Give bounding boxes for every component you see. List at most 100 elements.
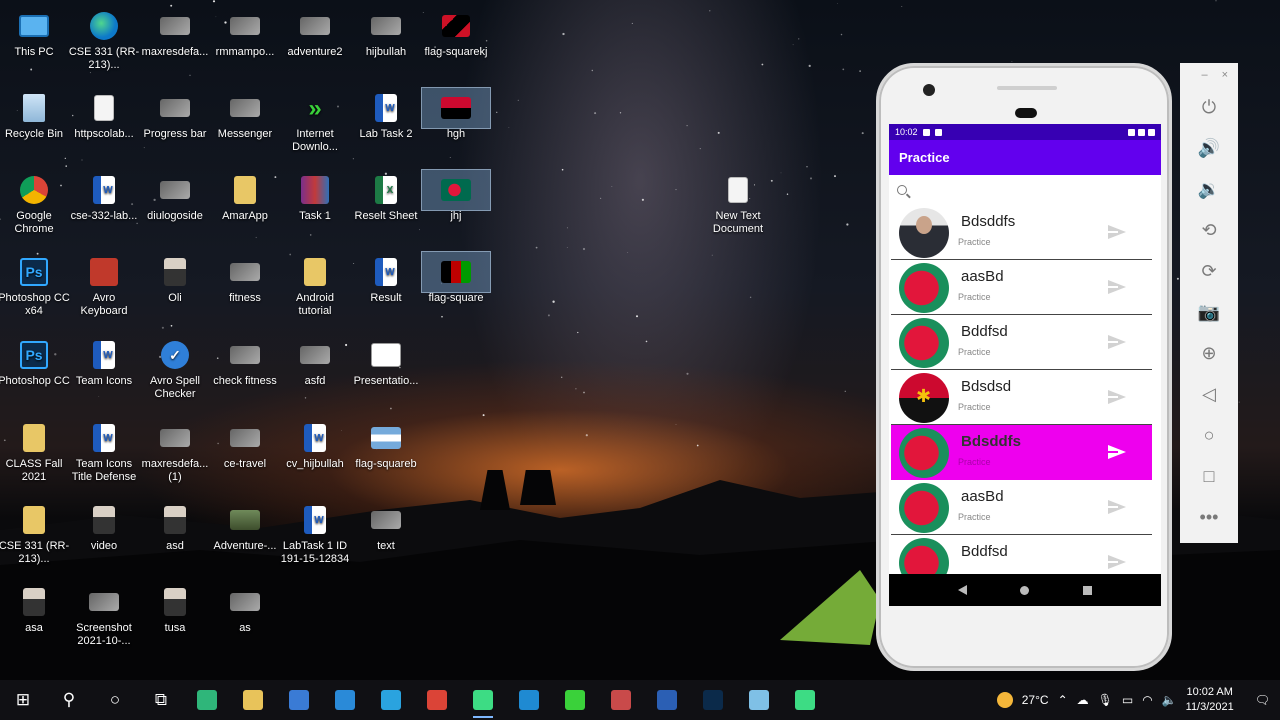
desktop-icon[interactable]: W Result — [350, 252, 422, 305]
send-icon[interactable] — [1108, 390, 1126, 404]
desktop-icon[interactable]: Google Chrome — [0, 170, 70, 236]
taskbar-search-button[interactable]: ⚲ — [46, 680, 92, 720]
desktop-icon[interactable]: Avro Keyboard — [68, 252, 140, 318]
minimize-button[interactable]: – — [1201, 69, 1207, 87]
taskbar-mail-button[interactable] — [322, 680, 368, 720]
desktop-icon[interactable]: W Team Icons Title Defense — [68, 418, 140, 484]
taskbar-telegram-button[interactable] — [368, 680, 414, 720]
taskbar-edge-button[interactable] — [184, 680, 230, 720]
wifi-icon[interactable]: ◠ — [1142, 693, 1152, 707]
list-item[interactable]: Bdsddfs Practice — [891, 425, 1152, 480]
overview-button[interactable]: □ — [1180, 456, 1238, 497]
desktop-icon[interactable]: rmmampo... — [209, 6, 281, 59]
nav-home-icon[interactable] — [1020, 585, 1030, 595]
desktop-icon[interactable]: flag-squarekj — [420, 6, 492, 59]
list-item[interactable]: aasBd Practice — [891, 480, 1152, 535]
desktop-icon[interactable]: Messenger — [209, 88, 281, 141]
list-item[interactable]: aasBd Practice — [891, 260, 1152, 315]
taskbar-notepad-button[interactable] — [736, 680, 782, 720]
desktop-icon[interactable]: CSE 331 (RR-213)... — [0, 500, 70, 566]
desktop-icon[interactable]: Ps Photoshop CC — [0, 335, 70, 388]
desktop-icon[interactable]: tusa — [139, 582, 211, 635]
desktop-icon[interactable]: video — [68, 500, 140, 553]
desktop-icon[interactable]: Presentatio... — [350, 335, 422, 388]
taskbar-task-view-button[interactable]: ⧉ — [138, 680, 184, 720]
zoom-button[interactable]: ⊕ — [1180, 333, 1238, 374]
rotate-left-button[interactable]: ⟲ — [1180, 210, 1238, 251]
send-icon[interactable] — [1108, 280, 1126, 294]
send-icon[interactable] — [1108, 445, 1126, 459]
desktop-icon[interactable]: New Text Document — [702, 170, 774, 236]
desktop-icon[interactable]: httpscolab... — [68, 88, 140, 141]
volume-icon[interactable]: 🔈 — [1162, 693, 1177, 707]
taskbar-android-studio-button[interactable] — [460, 680, 506, 720]
desktop-icon[interactable]: text — [350, 500, 422, 553]
desktop-icon[interactable]: asa — [0, 582, 70, 635]
more-button[interactable]: ••• — [1180, 497, 1238, 538]
search-icon[interactable] — [897, 185, 907, 195]
desktop-icon[interactable]: Screenshot 2021-10-... — [68, 582, 140, 648]
list-item[interactable]: Bdsdsd Practice — [891, 370, 1152, 425]
rotate-right-button[interactable]: ⟳ — [1180, 251, 1238, 292]
taskbar-vscode-button[interactable] — [506, 680, 552, 720]
desktop-icon[interactable]: maxresdefa... (1) — [139, 418, 211, 484]
camera-button[interactable]: 📷 — [1180, 292, 1238, 333]
desktop-icon[interactable]: asfd — [279, 335, 351, 388]
send-icon[interactable] — [1108, 225, 1126, 239]
nav-back-icon[interactable] — [957, 585, 967, 595]
desktop-icon[interactable]: CSE 331 (RR-213)... — [68, 6, 140, 72]
desktop-icon[interactable]: W Team Icons — [68, 335, 140, 388]
list-item[interactable]: Bdsddfs Practice — [891, 205, 1152, 260]
desktop-icon[interactable]: flag-square — [420, 251, 492, 305]
phone-screen[interactable]: 10:02 Practice Bdsddfs Practice aasBd Pract… — [889, 124, 1161, 606]
taskbar-cortana-button[interactable]: ○ — [92, 680, 138, 720]
desktop-icon[interactable]: W Lab Task 2 — [350, 88, 422, 141]
taskbar-file-explorer-button[interactable] — [230, 680, 276, 720]
desktop-icon[interactable]: CLASS Fall 2021 — [0, 418, 70, 484]
desktop-icon[interactable]: ce-travel — [209, 418, 281, 471]
desktop-icon[interactable]: hgh — [420, 87, 492, 141]
desktop-icon[interactable]: fitness — [209, 252, 281, 305]
mic-icon[interactable]: 🎙 — [1098, 693, 1113, 707]
desktop-icon[interactable]: Task 1 — [279, 170, 351, 223]
taskbar-snipping-button[interactable] — [598, 680, 644, 720]
desktop-icon[interactable]: jhj — [420, 169, 492, 223]
weather-temp[interactable]: 27°C — [1022, 693, 1049, 707]
power-button[interactable]: ⏻ — [1180, 87, 1238, 128]
send-icon[interactable] — [1108, 335, 1126, 349]
search-bar[interactable] — [889, 175, 1161, 205]
desktop-icon[interactable]: diulogoside — [139, 170, 211, 223]
desktop-icon[interactable]: asd — [139, 500, 211, 553]
volume-down-button[interactable]: 🔉 — [1180, 169, 1238, 210]
desktop-icon[interactable]: Android tutorial — [279, 252, 351, 318]
desktop-icon[interactable]: Wcv_hijbullah — [279, 418, 351, 471]
taskbar-emulator-button[interactable] — [782, 680, 828, 720]
desktop-icon[interactable]: AmarApp — [209, 170, 281, 223]
desktop-icon[interactable]: » Internet Downlo... — [279, 88, 351, 154]
notification-center-icon[interactable]: 🗨 — [1255, 693, 1270, 707]
desktop-icon[interactable]: adventure2 — [279, 6, 351, 59]
taskbar-chrome-button[interactable] — [414, 680, 460, 720]
volume-up-button[interactable]: 🔊 — [1180, 128, 1238, 169]
desktop-icon[interactable]: Ps Photoshop CC x64 — [0, 252, 70, 318]
desktop-icon[interactable]: Recycle Bin — [0, 88, 70, 141]
send-icon[interactable] — [1108, 500, 1126, 514]
taskbar-photoshop-button[interactable] — [690, 680, 736, 720]
desktop-icon[interactable]: Wcse-332-lab... — [68, 170, 140, 223]
chevron-up-icon[interactable]: ⌃ — [1058, 693, 1068, 707]
nav-recents-icon[interactable] — [1083, 585, 1093, 595]
send-icon[interactable] — [1108, 555, 1126, 569]
clock[interactable]: 10:02 AM 11/3/2021 — [1186, 685, 1234, 715]
home-button[interactable]: ○ — [1180, 415, 1238, 456]
desktop-icon[interactable]: Adventure-... — [209, 500, 281, 553]
desktop-icon[interactable]: check fitness — [209, 335, 281, 388]
taskbar-word-button[interactable] — [644, 680, 690, 720]
desktop-icon[interactable]: maxresdefa... — [139, 6, 211, 59]
desktop-icon[interactable]: X Reselt Sheet — [350, 170, 422, 223]
desktop-icon[interactable]: Progress bar — [139, 88, 211, 141]
weather-icon[interactable] — [996, 692, 1013, 708]
desktop-icon[interactable]: as — [209, 582, 281, 635]
cloud-icon[interactable]: ☁ — [1077, 693, 1089, 707]
taskbar-start-button[interactable]: ⊞ — [0, 680, 46, 720]
taskbar-store-button[interactable] — [276, 680, 322, 720]
